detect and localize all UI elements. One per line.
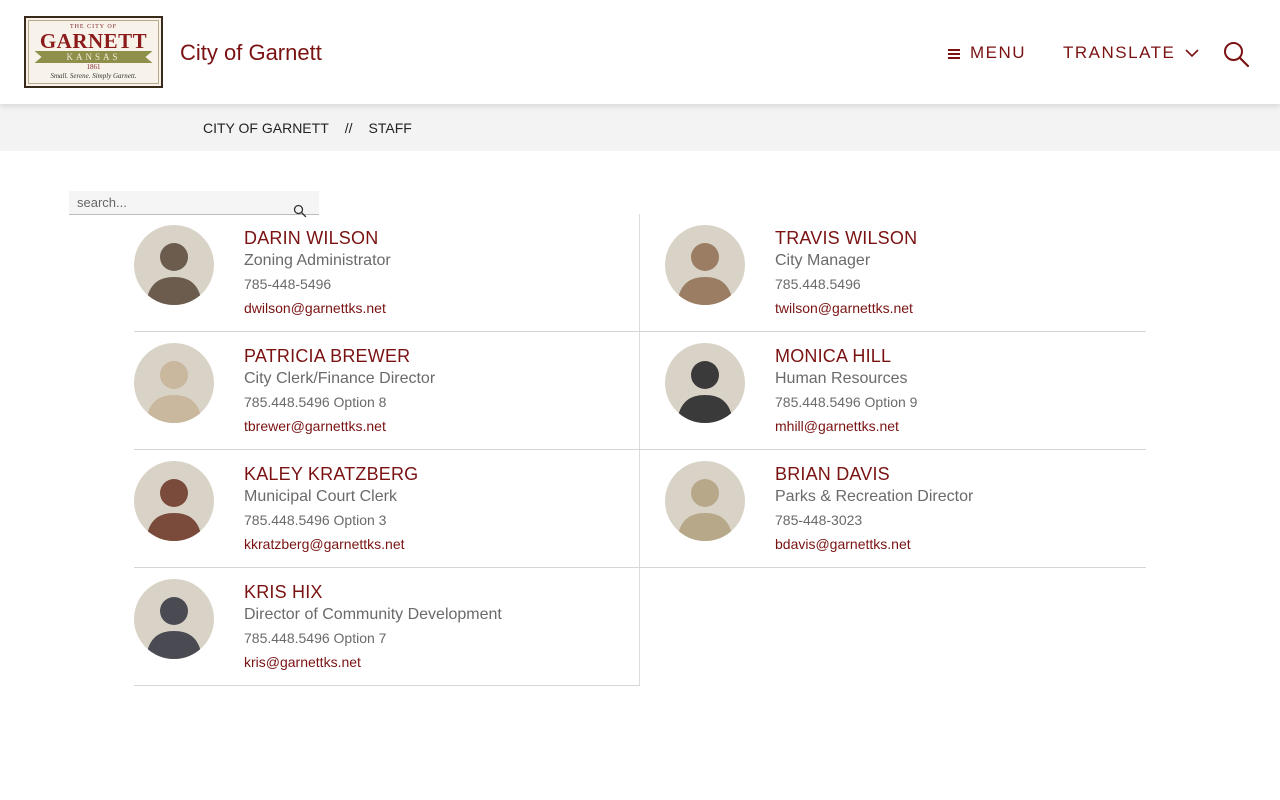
staff-card: PATRICIA BREWER City Clerk/Finance Direct…	[134, 332, 640, 450]
staff-title: City Manager	[775, 252, 871, 269]
city-logo[interactable]: THE CITY OF GARNETT KANSAS 1861 Small. S…	[24, 16, 163, 88]
menu-button[interactable]: MENU	[948, 41, 1026, 65]
breadcrumb: CITY OF GARNETT // STAFF	[203, 119, 412, 137]
staff-card: KALEY KRATZBERG Municipal Court Clerk 785.…	[134, 450, 640, 568]
staff-info: DARIN WILSON Zoning Administrator 785-448-…	[244, 228, 391, 317]
staff-email-link[interactable]: kris@garnettks.net	[244, 653, 502, 671]
staff-title: Human Resources	[775, 370, 908, 387]
breadcrumb-separator: //	[344, 120, 353, 136]
staff-title: Zoning Administrator	[244, 252, 391, 269]
person-photo-icon	[134, 579, 214, 659]
logo-tagline: Small. Serene. Simply Garnett.	[50, 72, 137, 80]
staff-phone: 785.448.5496 Option 3	[244, 512, 387, 528]
staff-email-link[interactable]: tbrewer@garnettks.net	[244, 417, 435, 435]
staff-photo[interactable]	[665, 343, 745, 423]
staff-phone: 785-448-5496	[244, 276, 332, 292]
staff-card: DARIN WILSON Zoning Administrator 785-448-…	[134, 214, 640, 332]
person-photo-icon	[134, 343, 214, 423]
breadcrumb-bar: CITY OF GARNETT // STAFF	[0, 104, 1280, 151]
logo-frame: THE CITY OF GARNETT KANSAS 1861 Small. S…	[28, 20, 159, 84]
site-title[interactable]: City of Garnett	[180, 39, 322, 67]
staff-photo[interactable]	[665, 461, 745, 541]
staff-info: MONICA HILL Human Resources 785.448.5496 O…	[775, 346, 917, 435]
staff-phone: 785.448.5496 Option 8	[244, 394, 387, 410]
staff-phone: 785.448.5496 Option 9	[775, 394, 918, 410]
staff-phone: 785-448-3023	[775, 512, 863, 528]
staff-search	[69, 191, 319, 218]
person-photo-icon	[134, 461, 214, 541]
staff-photo[interactable]	[134, 461, 214, 541]
person-photo-icon	[134, 225, 214, 305]
staff-photo[interactable]	[665, 225, 745, 305]
breadcrumb-home[interactable]: CITY OF GARNETT	[203, 119, 329, 137]
site-header: THE CITY OF GARNETT KANSAS 1861 Small. S…	[0, 0, 1280, 104]
staff-photo[interactable]	[134, 579, 214, 659]
staff-title: Parks & Recreation Director	[775, 488, 974, 505]
staff-email-link[interactable]: bdavis@garnettks.net	[775, 535, 973, 553]
logo-main-text: GARNETT	[39, 29, 148, 53]
staff-name[interactable]: PATRICIA BREWER	[244, 346, 435, 366]
logo-ribbon: KANSAS	[34, 51, 153, 63]
translate-dropdown[interactable]: TRANSLATE	[1063, 41, 1199, 65]
staff-photo[interactable]	[134, 343, 214, 423]
staff-email-link[interactable]: dwilson@garnettks.net	[244, 299, 391, 317]
person-photo-icon	[665, 343, 745, 423]
staff-phone: 785.448.5496	[775, 276, 861, 292]
staff-info: KRIS HIX Director of Community Developmen…	[244, 582, 502, 671]
translate-label: TRANSLATE	[1063, 43, 1176, 62]
staff-email-link[interactable]: twilson@garnettks.net	[775, 299, 917, 317]
logo-year: 1861	[86, 63, 101, 71]
staff-name[interactable]: KALEY KRATZBERG	[244, 464, 418, 484]
staff-card: KRIS HIX Director of Community Developmen…	[134, 568, 640, 686]
staff-name[interactable]: TRAVIS WILSON	[775, 228, 917, 248]
staff-title: Director of Community Development	[244, 606, 502, 623]
staff-email-link[interactable]: mhill@garnettks.net	[775, 417, 917, 435]
staff-name[interactable]: BRIAN DAVIS	[775, 464, 973, 484]
staff-card: MONICA HILL Human Resources 785.448.5496 O…	[640, 332, 1146, 450]
search-icon[interactable]	[1222, 40, 1250, 68]
staff-info: KALEY KRATZBERG Municipal Court Clerk 785.…	[244, 464, 418, 553]
person-photo-icon	[665, 461, 745, 541]
staff-name[interactable]: DARIN WILSON	[244, 228, 391, 248]
chevron-down-icon	[1185, 49, 1199, 58]
hamburger-icon	[948, 48, 960, 59]
staff-photo[interactable]	[134, 225, 214, 305]
staff-card: BRIAN DAVIS Parks & Recreation Director 78…	[640, 450, 1146, 568]
staff-info: PATRICIA BREWER City Clerk/Finance Direct…	[244, 346, 435, 435]
staff-title: Municipal Court Clerk	[244, 488, 397, 505]
staff-name[interactable]: MONICA HILL	[775, 346, 917, 366]
search-input[interactable]	[69, 191, 289, 214]
menu-label: MENU	[970, 43, 1027, 62]
person-photo-icon	[665, 225, 745, 305]
staff-name[interactable]: KRIS HIX	[244, 582, 502, 602]
staff-email-link[interactable]: kkratzberg@garnettks.net	[244, 535, 418, 553]
breadcrumb-current: STAFF	[368, 120, 412, 136]
staff-card: TRAVIS WILSON City Manager 785.448.5496 twi…	[640, 214, 1146, 332]
staff-info: BRIAN DAVIS Parks & Recreation Director 78…	[775, 464, 973, 553]
staff-phone: 785.448.5496 Option 7	[244, 630, 387, 646]
staff-info: TRAVIS WILSON City Manager 785.448.5496 twi…	[775, 228, 917, 317]
staff-title: City Clerk/Finance Director	[244, 370, 436, 387]
